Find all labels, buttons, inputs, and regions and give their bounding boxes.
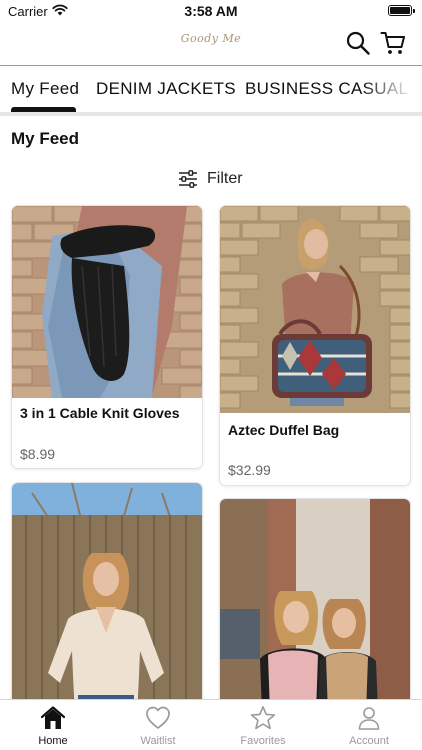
tabbar-item-home[interactable]: Home [11,705,95,747]
search-icon[interactable] [345,30,371,56]
tabbar-label-favorites: Favorites [240,735,286,747]
product-image-sweater[interactable] [12,483,202,713]
home-icon [40,706,66,729]
tabbar-item-account[interactable]: Account [327,705,411,747]
cart-icon[interactable] [380,30,406,56]
filter-label: Filter [207,170,243,187]
tab-denim-jackets[interactable]: DENIM JACKETS [96,79,236,99]
tabs-fade [362,67,422,111]
brand-logo-text: Goody Me [180,32,242,45]
filter-button[interactable]: Filter [178,168,243,190]
person-icon [358,707,380,730]
product-card[interactable] [12,483,202,713]
app-header: Goody Me [0,22,422,66]
product-image-vests[interactable] [220,499,410,713]
tabbar-item-waitlist[interactable]: Waitlist [116,705,200,747]
filter-icon [179,170,197,188]
product-price: $32.99 [228,462,271,478]
clock: 3:58 AM [184,3,238,19]
heart-icon [146,706,170,729]
product-image-duffel-bag[interactable] [220,206,410,413]
bottom-tab-bar: Home Waitlist Favorites Account [0,699,422,750]
product-name[interactable]: Aztec Duffel Bag [228,422,339,438]
product-card[interactable]: Aztec Duffel Bag $32.99 [220,206,410,485]
product-card[interactable] [220,499,410,713]
product-price: $8.99 [20,446,56,462]
status-bar: Carrier 3:58 AM [0,0,422,22]
page-title: My Feed [11,129,80,148]
tabs-divider [0,112,422,116]
product-image-gloves[interactable] [12,206,202,398]
star-icon [250,706,276,730]
category-tabs: My Feed DENIM JACKETS BUSINESS CASUAL [0,67,422,111]
battery-icon [388,5,415,16]
tabbar-label-account: Account [349,735,389,747]
product-name[interactable]: 3 in 1 Cable Knit Gloves [20,405,180,421]
tabbar-label-waitlist: Waitlist [140,735,176,747]
tabbar-label-home: Home [38,735,68,747]
product-card[interactable]: 3 in 1 Cable Knit Gloves $8.99 [12,206,202,468]
tabbar-item-favorites[interactable]: Favorites [221,705,305,747]
tab-my-feed[interactable]: My Feed [11,79,79,99]
